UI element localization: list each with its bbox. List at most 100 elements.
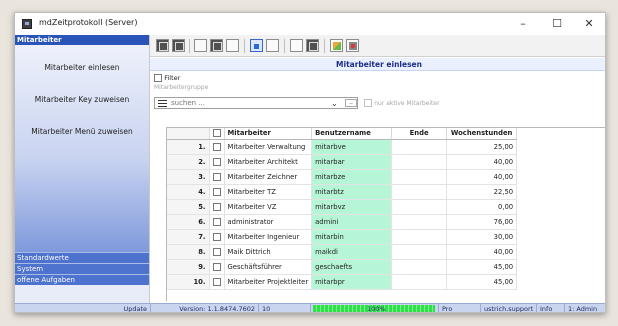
filter-checkbox[interactable] xyxy=(154,74,162,82)
table-row[interactable]: 1. Mitarbeiter Verwaltung mitarbve 25,00 xyxy=(167,139,518,155)
row-select-cell[interactable] xyxy=(209,214,225,230)
end-date-cell[interactable] xyxy=(391,274,448,290)
print-icon[interactable] xyxy=(306,39,319,52)
weekly-hours-cell[interactable]: 25,00 xyxy=(446,139,518,155)
employee-name-cell[interactable]: Mitarbeiter Projektleiter xyxy=(224,274,313,290)
table-row[interactable]: 3. Mitarbeiter Zeichner mitarbze 40,00 xyxy=(167,169,518,185)
weekly-hours-cell[interactable]: 40,00 xyxy=(446,244,518,260)
username-cell[interactable]: admini xyxy=(311,214,393,230)
table-row[interactable]: 2. Mitarbeiter Architekt mitarbar 40,00 xyxy=(167,154,518,170)
username-cell[interactable]: mitarbve xyxy=(311,139,393,155)
sidebar-item-key-zuweisen[interactable]: Mitarbeiter Key zuweisen xyxy=(15,95,149,104)
weekly-hours-cell[interactable]: 76,00 xyxy=(446,214,518,230)
employee-name-cell[interactable]: Mitarbeiter Zeichner xyxy=(224,169,313,185)
end-date-cell[interactable] xyxy=(391,154,448,170)
row-select-cell[interactable] xyxy=(209,169,225,185)
header-wochenstunden[interactable]: Wochenstunden xyxy=(446,128,518,140)
table-row[interactable]: 7. Mitarbeiter Ingenieur mitarbin 30,00 xyxy=(167,229,518,245)
table-row[interactable]: 9. Geschäftsführer geschaefts 45,00 xyxy=(167,259,518,275)
header-benutzername[interactable]: Benutzername xyxy=(311,128,393,140)
sidebar-section-standardwerte[interactable]: Standardwerte xyxy=(15,252,149,263)
table-row[interactable]: 6. administrator admini 76,00 xyxy=(167,214,518,230)
weekly-hours-cell[interactable]: 45,00 xyxy=(446,259,518,275)
username-cell[interactable]: geschaefts xyxy=(311,259,393,275)
tools-icon[interactable] xyxy=(330,39,343,52)
employee-name-cell[interactable]: administrator xyxy=(224,214,313,230)
username-cell[interactable]: maikdi xyxy=(311,244,393,260)
weekly-hours-cell[interactable]: 30,00 xyxy=(446,229,518,245)
weekly-hours-cell[interactable]: 45,00 xyxy=(446,274,518,290)
row-select-cell[interactable] xyxy=(209,154,225,170)
menu-icon[interactable] xyxy=(158,100,167,107)
row-checkbox[interactable] xyxy=(212,247,221,256)
info-button[interactable]: Info xyxy=(537,304,565,312)
employee-name-cell[interactable]: Geschäftsführer xyxy=(224,259,313,275)
edit-record-icon[interactable] xyxy=(210,39,223,52)
username-cell[interactable]: mitarbpr xyxy=(311,274,393,290)
username-cell[interactable]: mitarbtz xyxy=(311,184,393,200)
row-checkbox[interactable] xyxy=(212,217,221,226)
sidebar-item-menue-zuweisen[interactable]: Mitarbeiter Menü zuweisen xyxy=(15,127,149,136)
employee-name-cell[interactable]: Mitarbeiter Verwaltung xyxy=(224,139,313,155)
sidebar-header[interactable]: Mitarbeiter xyxy=(15,35,149,45)
search-icon[interactable] xyxy=(226,39,239,52)
end-date-cell[interactable] xyxy=(391,244,448,260)
group-search-field[interactable]: ⌄ .. xyxy=(154,97,358,109)
list-view-icon[interactable] xyxy=(172,39,185,52)
table-row[interactable]: 8. Maik Dittrich maikdi 40,00 xyxy=(167,244,518,260)
username-cell[interactable]: mitarbze xyxy=(311,169,393,185)
keyboard-icon[interactable] xyxy=(290,39,303,52)
header-ende[interactable]: Ende xyxy=(391,128,448,140)
active-only-checkbox[interactable] xyxy=(364,99,372,107)
row-checkbox[interactable] xyxy=(212,172,221,181)
row-select-cell[interactable] xyxy=(209,184,225,200)
close-button[interactable]: ✕ xyxy=(575,15,603,33)
row-select-cell[interactable] xyxy=(209,229,225,245)
username-cell[interactable]: mitarbar xyxy=(311,154,393,170)
import-icon[interactable] xyxy=(250,39,263,52)
end-date-cell[interactable] xyxy=(391,199,448,215)
row-checkbox[interactable] xyxy=(212,232,221,241)
row-checkbox[interactable] xyxy=(212,262,221,271)
employee-name-cell[interactable]: Mitarbeiter VZ xyxy=(224,199,313,215)
username-cell[interactable]: mitarbvz xyxy=(311,199,393,215)
sidebar-section-offene-aufgaben[interactable]: offene Aufgaben xyxy=(15,274,149,285)
end-date-cell[interactable] xyxy=(391,229,448,245)
weekly-hours-cell[interactable]: 40,00 xyxy=(446,154,518,170)
maximize-button[interactable]: ☐ xyxy=(543,15,571,33)
settings-gear-icon[interactable] xyxy=(346,39,359,52)
group-search-input[interactable] xyxy=(171,98,331,108)
row-select-cell[interactable] xyxy=(209,274,225,290)
end-date-cell[interactable] xyxy=(391,184,448,200)
document-icon[interactable] xyxy=(266,39,279,52)
table-row[interactable]: 5. Mitarbeiter VZ mitarbvz 0,00 xyxy=(167,199,518,215)
filter-toggle[interactable]: Filter xyxy=(154,74,180,83)
sidebar-item-mitarbeiter-einlesen[interactable]: Mitarbeiter einlesen xyxy=(15,63,149,72)
select-all-checkbox[interactable] xyxy=(212,129,221,138)
employee-name-cell[interactable]: Mitarbeiter Ingenieur xyxy=(224,229,313,245)
end-date-cell[interactable] xyxy=(391,169,448,185)
new-record-icon[interactable] xyxy=(194,39,207,52)
sidebar-section-system[interactable]: System xyxy=(15,263,149,274)
header-mitarbeiter[interactable]: Mitarbeiter xyxy=(224,128,313,140)
row-checkbox[interactable] xyxy=(212,187,221,196)
end-date-cell[interactable] xyxy=(391,259,448,275)
update-button[interactable]: Update xyxy=(15,304,151,312)
table-row[interactable]: 10. Mitarbeiter Projektleiter mitarbpr 45,0… xyxy=(167,274,518,290)
row-select-cell[interactable] xyxy=(209,199,225,215)
row-select-cell[interactable] xyxy=(209,139,225,155)
row-select-cell[interactable] xyxy=(209,259,225,275)
weekly-hours-cell[interactable]: 40,00 xyxy=(446,169,518,185)
minimize-button[interactable]: – xyxy=(509,15,537,33)
end-date-cell[interactable] xyxy=(391,214,448,230)
weekly-hours-cell[interactable]: 22,50 xyxy=(446,184,518,200)
browse-button[interactable]: .. xyxy=(345,99,357,107)
username-cell[interactable]: mitarbin xyxy=(311,229,393,245)
row-checkbox[interactable] xyxy=(212,202,221,211)
row-checkbox[interactable] xyxy=(212,277,221,286)
active-only-toggle[interactable]: nur aktive Mitarbeiter xyxy=(364,99,440,107)
employee-name-cell[interactable]: Mitarbeiter TZ xyxy=(224,184,313,200)
table-row[interactable]: 4. Mitarbeiter TZ mitarbtz 22,50 xyxy=(167,184,518,200)
end-date-cell[interactable] xyxy=(391,139,448,155)
employee-name-cell[interactable]: Mitarbeiter Architekt xyxy=(224,154,313,170)
